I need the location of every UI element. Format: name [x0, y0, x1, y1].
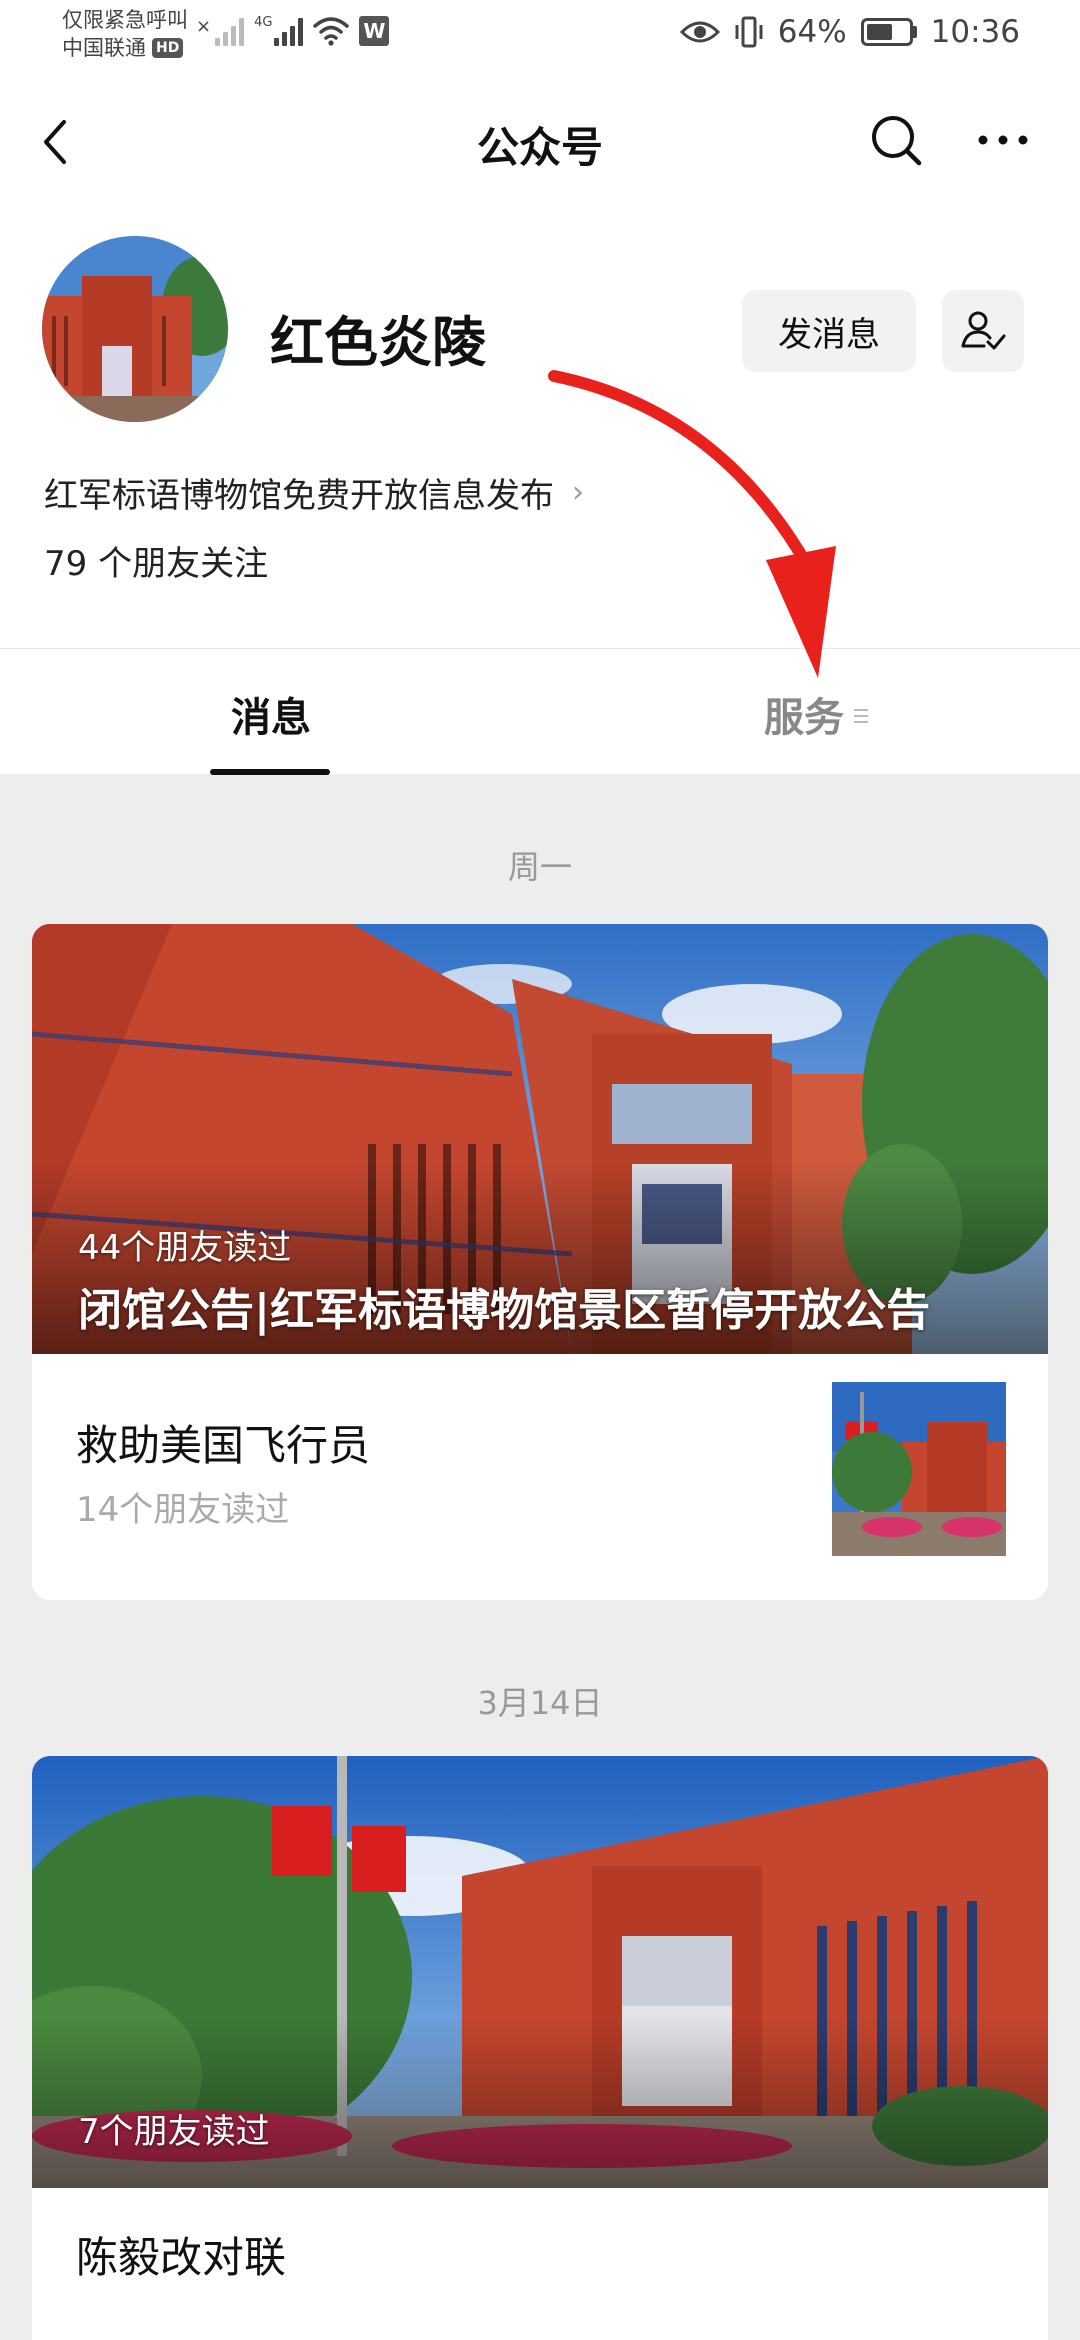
article-list-item[interactable]: 救助美国飞行员 14个朋友读过 — [32, 1354, 1048, 1600]
chevron-right-icon: › — [572, 475, 584, 510]
article-card: 7个朋友读过 陈毅改对联 — [32, 1756, 1048, 2340]
vibrate-icon — [735, 16, 763, 48]
send-message-button[interactable]: 发消息 — [742, 290, 916, 372]
active-tab-indicator — [210, 769, 330, 775]
hd-badge: HD — [152, 38, 184, 58]
signal-sim1-icon — [215, 16, 245, 46]
account-description: 红军标语博物馆免费开放信息发布 — [44, 476, 554, 516]
carrier-name: 中国联通 — [62, 36, 146, 60]
article-title: 救助美国飞行员 — [76, 1421, 371, 1470]
signal-sim2-icon — [274, 16, 304, 46]
app-notification-icon: W — [359, 16, 390, 46]
menu-icon — [854, 709, 868, 723]
emergency-only-text: 仅限紧急呼叫 — [62, 8, 188, 32]
search-icon[interactable] — [866, 110, 926, 170]
nav-bar: 公众号 — [0, 72, 1080, 212]
article-thumbnail — [832, 1382, 1006, 1556]
cover-read-count: 7个朋友读过 — [78, 2112, 270, 2152]
article-title: 陈毅改对联 — [76, 2233, 287, 2282]
eye-icon — [679, 21, 720, 43]
tab-messages[interactable]: 消息 — [212, 685, 330, 743]
status-bar: 仅限紧急呼叫 中国联通 HD × 4G W 64% 10:36 — [0, 0, 1080, 72]
article-list-item[interactable]: 陈毅改对联 — [32, 2188, 1048, 2340]
cover-read-count: 44个朋友读过 — [78, 1228, 292, 1268]
network-type: 4G — [254, 15, 273, 30]
article-cover[interactable]: 44个朋友读过 闭馆公告|红军标语博物馆景区暂停开放公告 — [32, 924, 1048, 1354]
cover-title: 闭馆公告|红军标语博物馆景区暂停开放公告 — [78, 1285, 931, 1336]
clock: 10:36 — [930, 14, 1020, 50]
account-description-row[interactable]: 红军标语博物馆免费开放信息发布 › — [44, 468, 584, 517]
date-separator: 周一 — [507, 848, 572, 886]
more-icon[interactable] — [970, 110, 1036, 170]
no-signal-x-icon: × — [196, 16, 212, 37]
friends-follow-count: 79 个朋友关注 — [44, 544, 269, 584]
tab-services[interactable]: 服务 — [764, 685, 868, 743]
article-read-count: 14个朋友读过 — [76, 1490, 290, 1530]
wifi-icon — [313, 17, 350, 46]
followed-button[interactable] — [942, 290, 1024, 372]
user-check-icon — [961, 311, 1006, 350]
account-name: 红色炎陵 — [270, 311, 486, 374]
account-profile: 红色炎陵 发消息 红军标语博物馆免费开放信息发布 › 79 个朋友关注 — [0, 212, 1080, 648]
account-avatar[interactable] — [42, 236, 228, 422]
battery-icon — [860, 18, 917, 46]
date-separator: 3月14日 — [477, 1684, 603, 1722]
article-cover[interactable]: 7个朋友读过 — [32, 1756, 1048, 2188]
carrier-info: 仅限紧急呼叫 中国联通 HD — [62, 6, 188, 62]
battery-percent: 64% — [777, 14, 847, 50]
tab-services-label: 服务 — [764, 695, 844, 741]
signal-icons: × 4G W — [196, 15, 390, 46]
article-card: 44个朋友读过 闭馆公告|红军标语博物馆景区暂停开放公告 救助美国飞行员 14个… — [32, 924, 1048, 1600]
tab-bar: 消息 服务 — [0, 648, 1080, 775]
